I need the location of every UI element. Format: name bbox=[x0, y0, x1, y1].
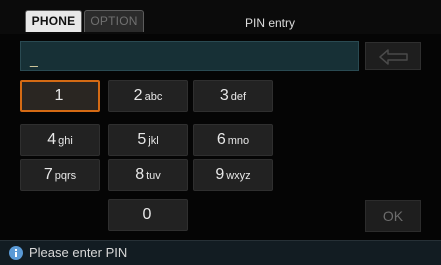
pin-entry-screen: PHONE OPTION PIN entry _ 1 2 abc 3 def 4 gh… bbox=[0, 0, 441, 265]
backspace-arrow-icon bbox=[379, 49, 408, 65]
key-9[interactable]: 9 wxyz bbox=[193, 159, 273, 191]
key-6[interactable]: 6 mno bbox=[193, 124, 273, 156]
key-letters: abc bbox=[144, 91, 163, 103]
key-3[interactable]: 3 def bbox=[193, 80, 273, 112]
page-title: PIN entry bbox=[244, 16, 295, 30]
key-digit: 1 bbox=[54, 87, 64, 104]
key-letters: jkl bbox=[148, 135, 159, 147]
key-letters: ghi bbox=[58, 135, 73, 147]
key-digit: 6 bbox=[216, 131, 226, 148]
key-digit: 3 bbox=[219, 87, 229, 104]
key-digit: 5 bbox=[137, 131, 147, 148]
key-7[interactable]: 7 pqrs bbox=[20, 159, 100, 191]
tab-phone[interactable]: PHONE bbox=[25, 10, 82, 32]
key-letters: def bbox=[230, 91, 247, 103]
status-bar: Please enter PIN bbox=[0, 240, 441, 265]
key-4[interactable]: 4 ghi bbox=[20, 124, 100, 156]
pin-input-field[interactable]: _ bbox=[20, 41, 359, 71]
header-bar: PHONE OPTION PIN entry bbox=[0, 0, 441, 34]
key-letters: tuv bbox=[146, 170, 161, 182]
key-8[interactable]: 8 tuv bbox=[108, 159, 188, 191]
key-letters: wxyz bbox=[226, 170, 251, 182]
key-letters: mno bbox=[227, 135, 250, 147]
key-2[interactable]: 2 abc bbox=[108, 80, 188, 112]
key-digit: 4 bbox=[47, 131, 57, 148]
backspace-button[interactable] bbox=[365, 42, 421, 70]
key-letters: pqrs bbox=[54, 170, 77, 182]
info-icon bbox=[9, 246, 23, 260]
key-5[interactable]: 5 jkl bbox=[108, 124, 188, 156]
key-digit: 0 bbox=[142, 206, 152, 223]
tab-option[interactable]: OPTION bbox=[84, 10, 144, 32]
ok-button[interactable]: OK bbox=[365, 200, 421, 232]
input-cursor: _ bbox=[30, 51, 38, 67]
key-digit: 9 bbox=[215, 166, 225, 183]
key-digit: 2 bbox=[133, 87, 143, 104]
key-1[interactable]: 1 bbox=[20, 80, 100, 112]
key-digit: 8 bbox=[135, 166, 145, 183]
status-message: Please enter PIN bbox=[29, 245, 128, 260]
key-0[interactable]: 0 bbox=[108, 199, 188, 231]
key-digit: 7 bbox=[43, 166, 53, 183]
